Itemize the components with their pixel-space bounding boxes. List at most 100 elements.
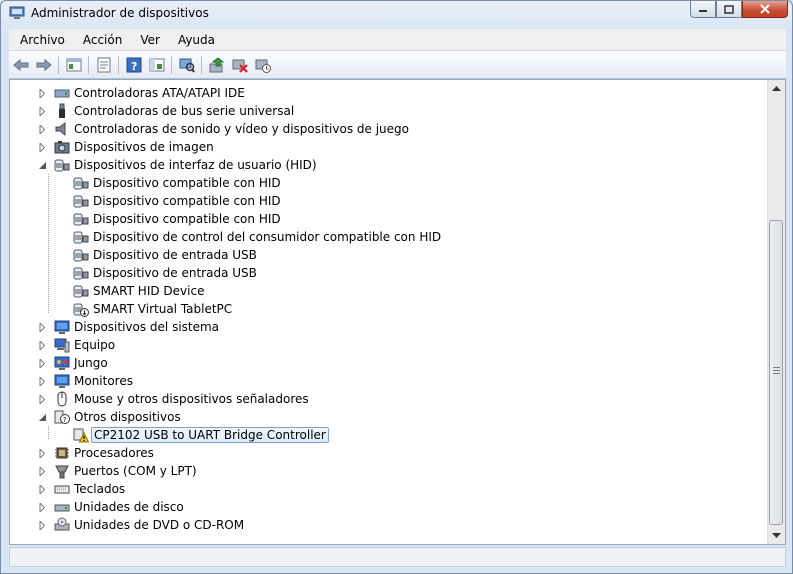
minimize-icon (699, 10, 707, 12)
menu-ayuda[interactable]: Ayuda (171, 33, 222, 47)
tree-node[interactable]: Controladoras de sonido y vídeo y dispos… (10, 120, 770, 138)
chevron-down-icon[interactable] (38, 161, 47, 170)
device-tree[interactable]: Controladoras ATA/ATAPI IDE Controladoras… (10, 84, 770, 534)
tree-node-label: Controladoras ATA/ATAPI IDE (74, 86, 245, 100)
tree-child-node[interactable]: Dispositivo compatible con HID (10, 210, 770, 228)
chevron-right-icon[interactable] (38, 467, 47, 476)
forward-button[interactable] (33, 54, 55, 76)
chevron-right-icon[interactable] (38, 125, 47, 134)
disable-button[interactable] (252, 54, 274, 76)
tree-child-node[interactable]: Dispositivo compatible con HID (10, 174, 770, 192)
uninstall-button[interactable] (229, 54, 251, 76)
tree-child-node[interactable]: SMART HID Device (10, 282, 770, 300)
chevron-right-icon[interactable] (38, 395, 47, 404)
tree-node[interactable]: Controladoras ATA/ATAPI IDE (10, 84, 770, 102)
menu-ver[interactable]: Ver (133, 33, 167, 47)
unknown-device-icon: ? (54, 409, 70, 425)
properties-button[interactable] (93, 54, 115, 76)
tree-node[interactable]: Procesadores (10, 444, 770, 462)
close-button[interactable] (742, 1, 788, 18)
hid-icon (73, 265, 89, 281)
tree-node[interactable]: Jungo (10, 354, 770, 372)
speaker-icon (54, 121, 70, 137)
tree-node[interactable]: Controladoras de bus serie universal (10, 102, 770, 120)
scan-hardware-button[interactable] (176, 54, 198, 76)
hid-icon (73, 247, 89, 263)
chevron-right-icon[interactable] (38, 449, 47, 458)
minimize-button[interactable] (690, 1, 716, 18)
chevron-right-icon[interactable] (38, 377, 47, 386)
tree-child-label: Dispositivo compatible con HID (93, 212, 281, 226)
tree-node[interactable]: Monitores (10, 372, 770, 390)
hid-icon (73, 229, 89, 245)
chevron-right-icon[interactable] (38, 341, 47, 350)
mouse-icon (54, 391, 70, 407)
tree-node[interactable]: Teclados (10, 480, 770, 498)
tree-child-node[interactable]: Dispositivo de entrada USB (10, 264, 770, 282)
tree-child-node[interactable]: Dispositivo de control del consumidor co… (10, 228, 770, 246)
tree-child-node[interactable]: SMART Virtual TabletPC (10, 300, 770, 318)
tree-node-label: Dispositivos del sistema (74, 320, 220, 334)
update-driver-icon (209, 56, 225, 72)
tree-node-label: Otros dispositivos (74, 410, 181, 424)
tree-child-node[interactable]: CP2102 USB to UART Bridge Controller (10, 426, 770, 444)
tree-node[interactable]: Mouse y otros dispositivos señaladores (10, 390, 770, 408)
menu-accion[interactable]: Acción (76, 33, 129, 47)
scan-hardware-icon (179, 58, 195, 73)
tree-child-node[interactable]: Dispositivo de entrada USB (10, 246, 770, 264)
tree-child-node[interactable]: Dispositivo compatible con HID (10, 192, 770, 210)
tree-node[interactable]: Dispositivos de imagen (10, 138, 770, 156)
disable-icon (255, 59, 271, 73)
device-manager-icon (9, 6, 25, 20)
camera-icon (54, 139, 70, 155)
monitor-icon (54, 373, 70, 389)
computer-icon (54, 337, 70, 353)
tree-node-label: Dispositivos de imagen (74, 140, 214, 154)
chevron-up-icon (772, 85, 781, 91)
menu-archivo[interactable]: Archivo (13, 33, 72, 47)
up-button[interactable] (63, 54, 85, 76)
ide-controller-icon (54, 85, 70, 101)
tree-node[interactable]: Unidades de disco (10, 498, 770, 516)
tree-child-label: Dispositivo compatible con HID (93, 194, 281, 208)
chevron-right-icon[interactable] (38, 323, 47, 332)
tree-node-label: Dispositivos de interfaz de usuario (HID… (74, 158, 317, 172)
disk-drive-icon (54, 499, 70, 515)
update-driver-button[interactable] (206, 54, 228, 76)
chevron-right-icon[interactable] (38, 107, 47, 116)
tree-node[interactable]: ? Otros dispositivos (10, 408, 770, 426)
chevron-down-icon (772, 532, 781, 538)
hid-icon (73, 175, 89, 191)
help-button[interactable]: ? (123, 54, 145, 76)
back-icon (13, 58, 29, 71)
tree-child-label: SMART Virtual TabletPC (93, 302, 233, 316)
chevron-down-icon[interactable] (38, 413, 47, 422)
maximize-button[interactable] (716, 1, 742, 18)
title-bar[interactable]: Administrador de dispositivos (1, 1, 792, 27)
tree-node-label: Procesadores (74, 446, 154, 460)
scroll-up-button[interactable] (768, 80, 785, 97)
tree-node[interactable]: Dispositivos del sistema (10, 318, 770, 336)
tree-node-label: Controladoras de sonido y vídeo y dispos… (74, 122, 409, 136)
scroll-down-button[interactable] (768, 527, 785, 544)
chevron-right-icon[interactable] (38, 485, 47, 494)
show-hide-console-button[interactable] (146, 54, 168, 76)
chevron-right-icon[interactable] (38, 503, 47, 512)
hid-icon (73, 283, 89, 299)
tree-node[interactable]: Dispositivos de interfaz de usuario (HID… (10, 156, 770, 174)
tree-node[interactable]: Equipo (10, 336, 770, 354)
forward-icon (36, 58, 52, 71)
tree-node[interactable]: Unidades de DVD o CD-ROM (10, 516, 770, 534)
back-button[interactable] (10, 54, 32, 76)
scrollbar-thumb[interactable] (769, 220, 783, 525)
chevron-right-icon[interactable] (38, 359, 47, 368)
keyboard-icon (54, 481, 70, 497)
tree-node[interactable]: Puertos (COM y LPT) (10, 462, 770, 480)
chevron-right-icon[interactable] (38, 521, 47, 530)
vertical-scrollbar[interactable] (767, 80, 785, 544)
up-icon (66, 58, 82, 71)
help-icon: ? (126, 57, 142, 73)
chevron-right-icon[interactable] (38, 143, 47, 152)
chevron-right-icon[interactable] (38, 89, 47, 98)
device-tree-pane[interactable]: Controladoras ATA/ATAPI IDE Controladoras… (9, 79, 786, 545)
